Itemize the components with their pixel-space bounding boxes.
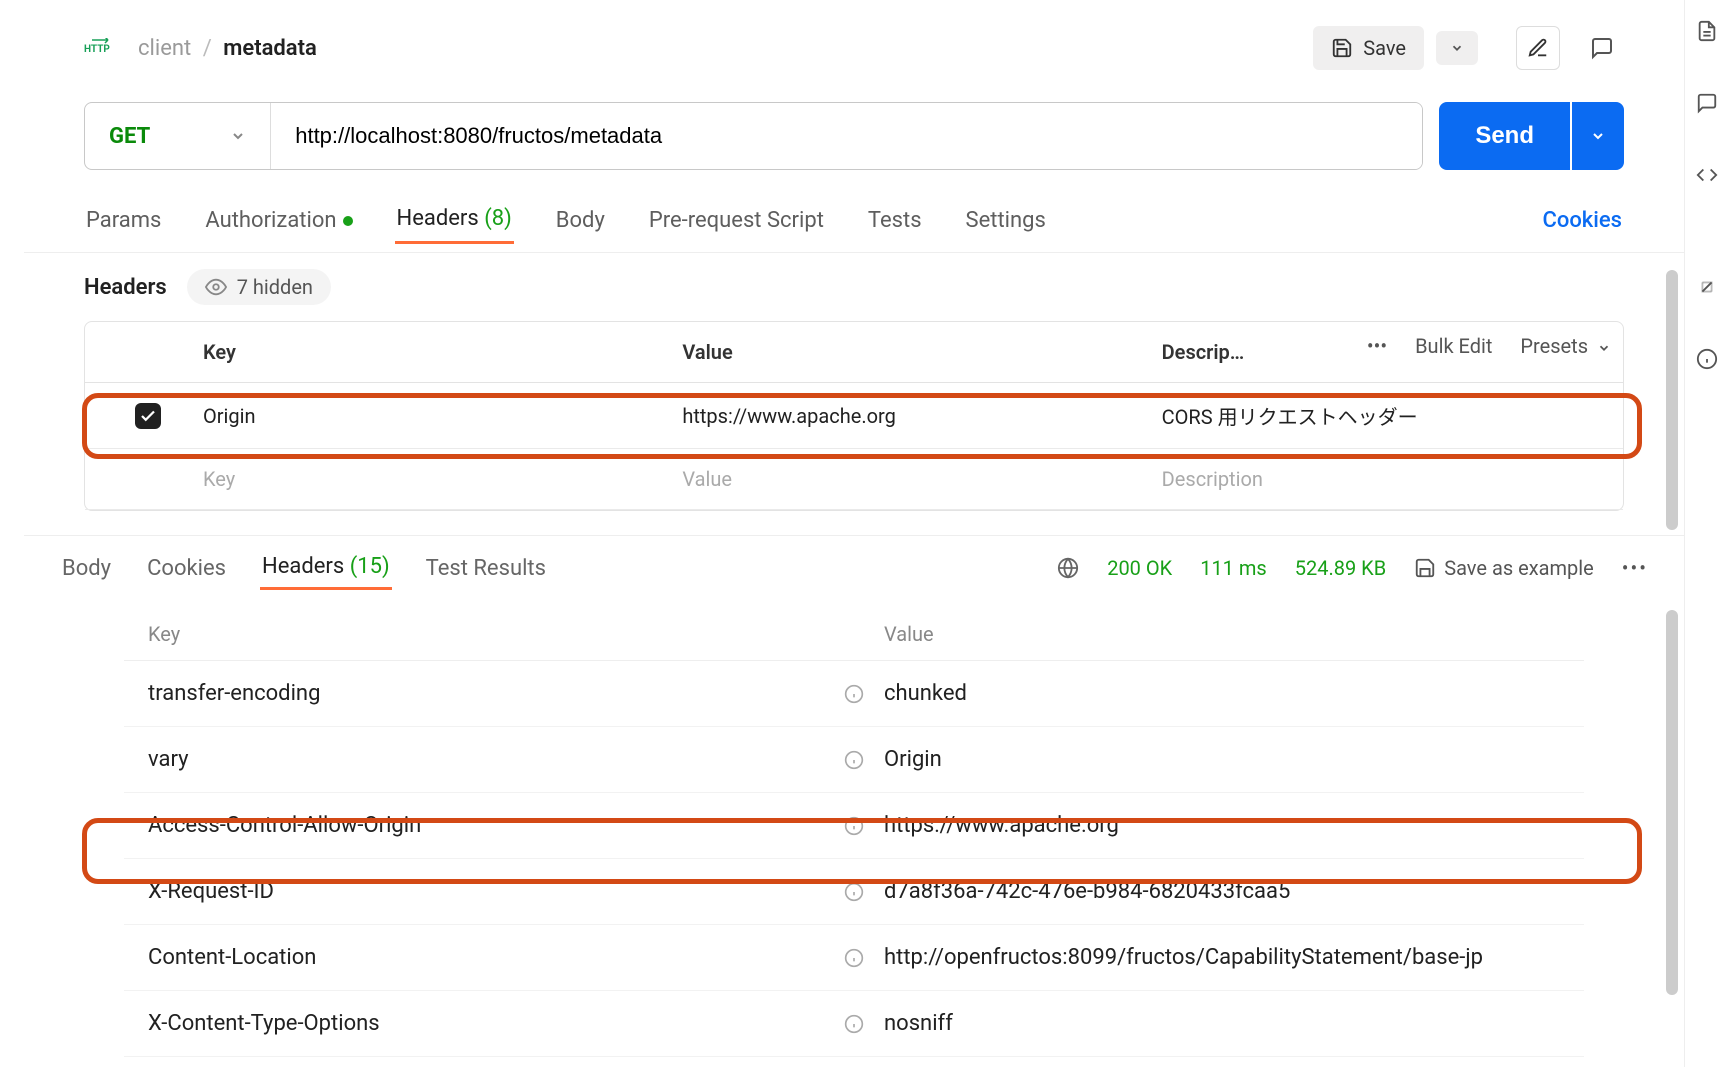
request-headers-table: Key Value Descrip… ••• Bulk Edit Presets… (84, 321, 1624, 511)
resp-tab-test-results[interactable]: Test Results (424, 548, 548, 589)
info-icon[interactable] (844, 684, 864, 704)
save-example-button[interactable]: Save as example (1414, 556, 1594, 580)
response-headers-table: Key Value transfer-encoding chunked vary… (124, 608, 1584, 1057)
status-code: 200 OK (1107, 556, 1172, 580)
tab-tests[interactable]: Tests (866, 198, 924, 243)
info-icon[interactable] (844, 1014, 864, 1034)
comment-square-icon[interactable] (1696, 92, 1718, 114)
header-key[interactable]: Origin (185, 386, 664, 446)
url-input[interactable] (271, 103, 1422, 169)
resp-header-key: Content-Location (148, 945, 824, 970)
resp-header-key: vary (148, 747, 824, 772)
header-desc[interactable]: CORS 用リクエストヘッダー (1144, 383, 1623, 448)
hidden-headers-toggle[interactable]: 7 hidden (187, 269, 331, 305)
resp-header-row: vary Origin (124, 727, 1584, 793)
resp-header-key: transfer-encoding (148, 681, 824, 706)
expand-icon[interactable] (1696, 276, 1718, 298)
doc-icon[interactable] (1696, 20, 1718, 42)
comment-icon[interactable] (1580, 26, 1624, 70)
bulk-edit-link[interactable]: Bulk Edit (1415, 334, 1492, 358)
status-time: 111 ms (1200, 556, 1267, 580)
chevron-down-icon (230, 128, 246, 144)
more-icon[interactable]: ••• (1622, 556, 1648, 580)
save-button[interactable]: Save (1313, 26, 1424, 70)
tab-prerequest[interactable]: Pre-request Script (647, 198, 826, 243)
resp-header-value: Origin (884, 747, 1560, 772)
more-icon[interactable]: ••• (1367, 334, 1387, 358)
tab-params[interactable]: Params (84, 198, 163, 243)
col-value: Value (664, 322, 1143, 382)
http-method-select[interactable]: GET (85, 103, 271, 169)
resp-col-key: Key (148, 622, 824, 646)
resp-header-value: chunked (884, 681, 1560, 706)
resp-tab-body[interactable]: Body (60, 548, 113, 589)
auth-active-dot-icon (343, 216, 353, 226)
code-icon[interactable] (1696, 164, 1718, 186)
resp-header-row: transfer-encoding chunked (124, 661, 1584, 727)
resp-header-value: nosniff (884, 1011, 1560, 1036)
cookies-link[interactable]: Cookies (1540, 198, 1624, 243)
info-icon[interactable] (844, 750, 864, 770)
tab-settings[interactable]: Settings (964, 198, 1048, 243)
resp-header-row: X-Request-ID d7a8f36a-742c-476e-b984-682… (124, 859, 1584, 925)
info-icon[interactable] (1696, 348, 1718, 370)
info-icon[interactable] (844, 816, 864, 836)
info-icon[interactable] (844, 882, 864, 902)
edit-icon[interactable] (1516, 26, 1560, 70)
resp-header-row: X-Content-Type-Options nosniff (124, 991, 1584, 1057)
tab-authorization[interactable]: Authorization (203, 198, 354, 243)
resp-col-value: Value (884, 622, 1560, 646)
breadcrumb: client / metadata (138, 36, 317, 61)
scrollbar[interactable] (1666, 270, 1678, 530)
network-icon[interactable] (1057, 557, 1079, 579)
col-key: Key (185, 322, 664, 382)
header-row-new[interactable]: Key Value Description (85, 449, 1623, 510)
resp-tab-cookies[interactable]: Cookies (145, 548, 228, 589)
presets-dropdown[interactable]: Presets (1520, 334, 1611, 358)
header-row[interactable]: Origin https://www.apache.org CORS 用リクエス… (85, 383, 1623, 449)
header-value[interactable]: https://www.apache.org (664, 386, 1143, 446)
tab-headers[interactable]: Headers (8) (395, 196, 514, 244)
breadcrumb-current: metadata (223, 36, 317, 61)
resp-tab-headers[interactable]: Headers (15) (260, 546, 392, 590)
resp-header-row: Access-Control-Allow-Origin https://www.… (124, 793, 1584, 859)
breadcrumb-parent[interactable]: client (138, 36, 191, 61)
save-dropdown[interactable] (1436, 31, 1478, 65)
resp-header-value: http://openfructos:8099/fructos/Capabili… (884, 945, 1560, 970)
scrollbar[interactable] (1666, 610, 1678, 995)
send-dropdown[interactable] (1572, 102, 1624, 170)
resp-header-key: X-Content-Type-Options (148, 1011, 824, 1036)
header-checkbox[interactable] (135, 403, 161, 429)
info-icon[interactable] (844, 948, 864, 968)
resp-header-key: Access-Control-Allow-Origin (148, 813, 824, 838)
resp-header-row: Content-Location http://openfructos:8099… (124, 925, 1584, 991)
http-method-icon: HTTP (84, 36, 114, 60)
resp-header-value: https://www.apache.org (884, 813, 1560, 838)
resp-header-key: X-Request-ID (148, 879, 824, 904)
svg-text:HTTP: HTTP (84, 44, 110, 55)
tab-body[interactable]: Body (554, 198, 607, 243)
resp-header-value: d7a8f36a-742c-476e-b984-6820433fcaa5 (884, 879, 1560, 904)
headers-title: Headers (84, 275, 167, 300)
send-button[interactable]: Send (1439, 102, 1570, 170)
status-size: 524.89 KB (1295, 556, 1386, 580)
